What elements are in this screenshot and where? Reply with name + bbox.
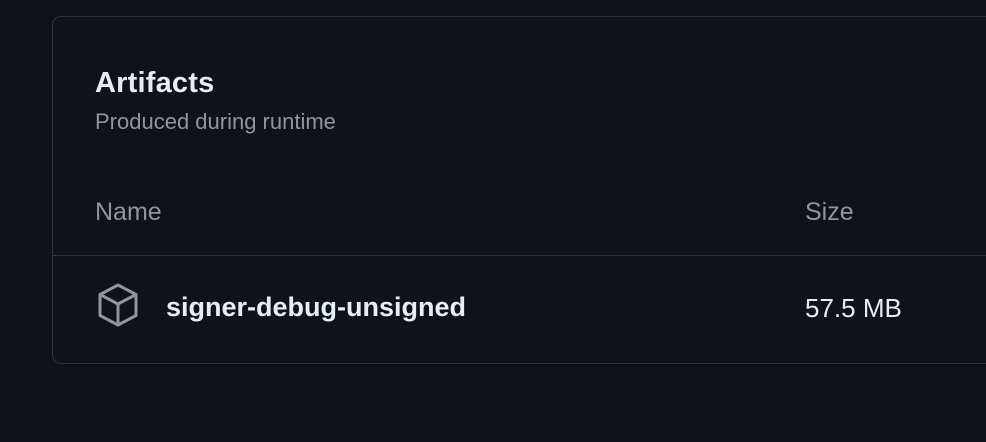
artifacts-panel: Artifacts Produced during runtime Name S… [52,16,986,364]
column-header-size: Size [805,198,854,226]
column-header-name: Name [95,198,162,226]
artifacts-header: Artifacts Produced during runtime [95,67,336,135]
artifacts-subtitle: Produced during runtime [95,109,336,134]
artifacts-title: Artifacts [95,67,215,99]
artifact-size: 57.5 MB [805,293,902,323]
artifact-download-link[interactable]: signer-debug-unsigned [166,291,466,323]
table-row: signer-debug-unsigned 57.5 MB [53,256,986,364]
package-icon [96,282,140,328]
